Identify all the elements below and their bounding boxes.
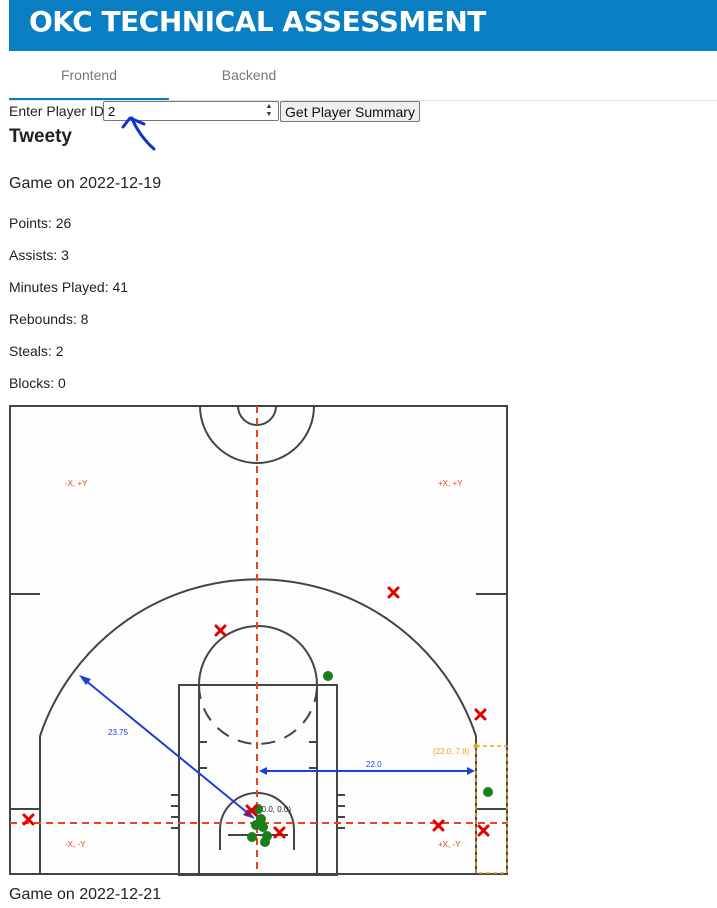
hand-drawn-arrow-icon [121, 116, 156, 151]
made-shot-dot [483, 787, 493, 797]
quadrant-label-bottom-left: -X, -Y [65, 840, 86, 849]
shot-chart-court: (22.0, 7.8) -X, +Y +X, +Y -X, -Y +X, -Y … [9, 405, 509, 876]
quadrant-label-bottom-right: +X, -Y [438, 840, 461, 849]
app-title: OKC TECHNICAL ASSESSMENT [29, 5, 486, 38]
player-id-label: Enter Player ID: [9, 103, 108, 119]
corner-point-marker [473, 743, 479, 749]
stat-points: Points: 26 [9, 215, 72, 231]
player-name: Tweety [9, 126, 73, 147]
tab-backend[interactable]: Backend [169, 52, 329, 99]
tab-bar: Frontend Backend [9, 52, 717, 101]
made-shot-dot [260, 837, 270, 847]
game-date-heading: Game on 2022-12-19 [9, 175, 162, 192]
corner-point-label: (22.0, 7.8) [433, 747, 470, 756]
stat-blocks: Blocks: 0 [9, 375, 66, 391]
made-shot-dot [247, 832, 257, 842]
quadrant-label-top-right: +X, +Y [438, 479, 463, 488]
stat-rebounds: Rebounds: 8 [9, 311, 89, 327]
quadrant-label-top-left: -X, +Y [65, 479, 88, 488]
stat-minutes-played: Minutes Played: 41 [9, 279, 129, 295]
game-date-heading: Game on 2022-12-21 [9, 886, 162, 903]
stat-assists: Assists: 3 [9, 247, 69, 263]
origin-label: (0.0, 0.0) [259, 805, 291, 814]
stat-steals: Steals: 2 [9, 343, 64, 359]
number-spinner-icon[interactable]: ▲ ▼ [263, 103, 275, 119]
arc-distance-label: 23.75 [108, 728, 129, 737]
tab-frontend[interactable]: Frontend [9, 52, 169, 100]
get-player-summary-button[interactable]: Get Player Summary [280, 101, 420, 122]
made-shot-dot [258, 822, 268, 832]
made-shot-dot [323, 671, 333, 681]
corner-distance-label: 22.0 [366, 760, 382, 769]
app-header: OKC TECHNICAL ASSESSMENT [9, 0, 717, 51]
